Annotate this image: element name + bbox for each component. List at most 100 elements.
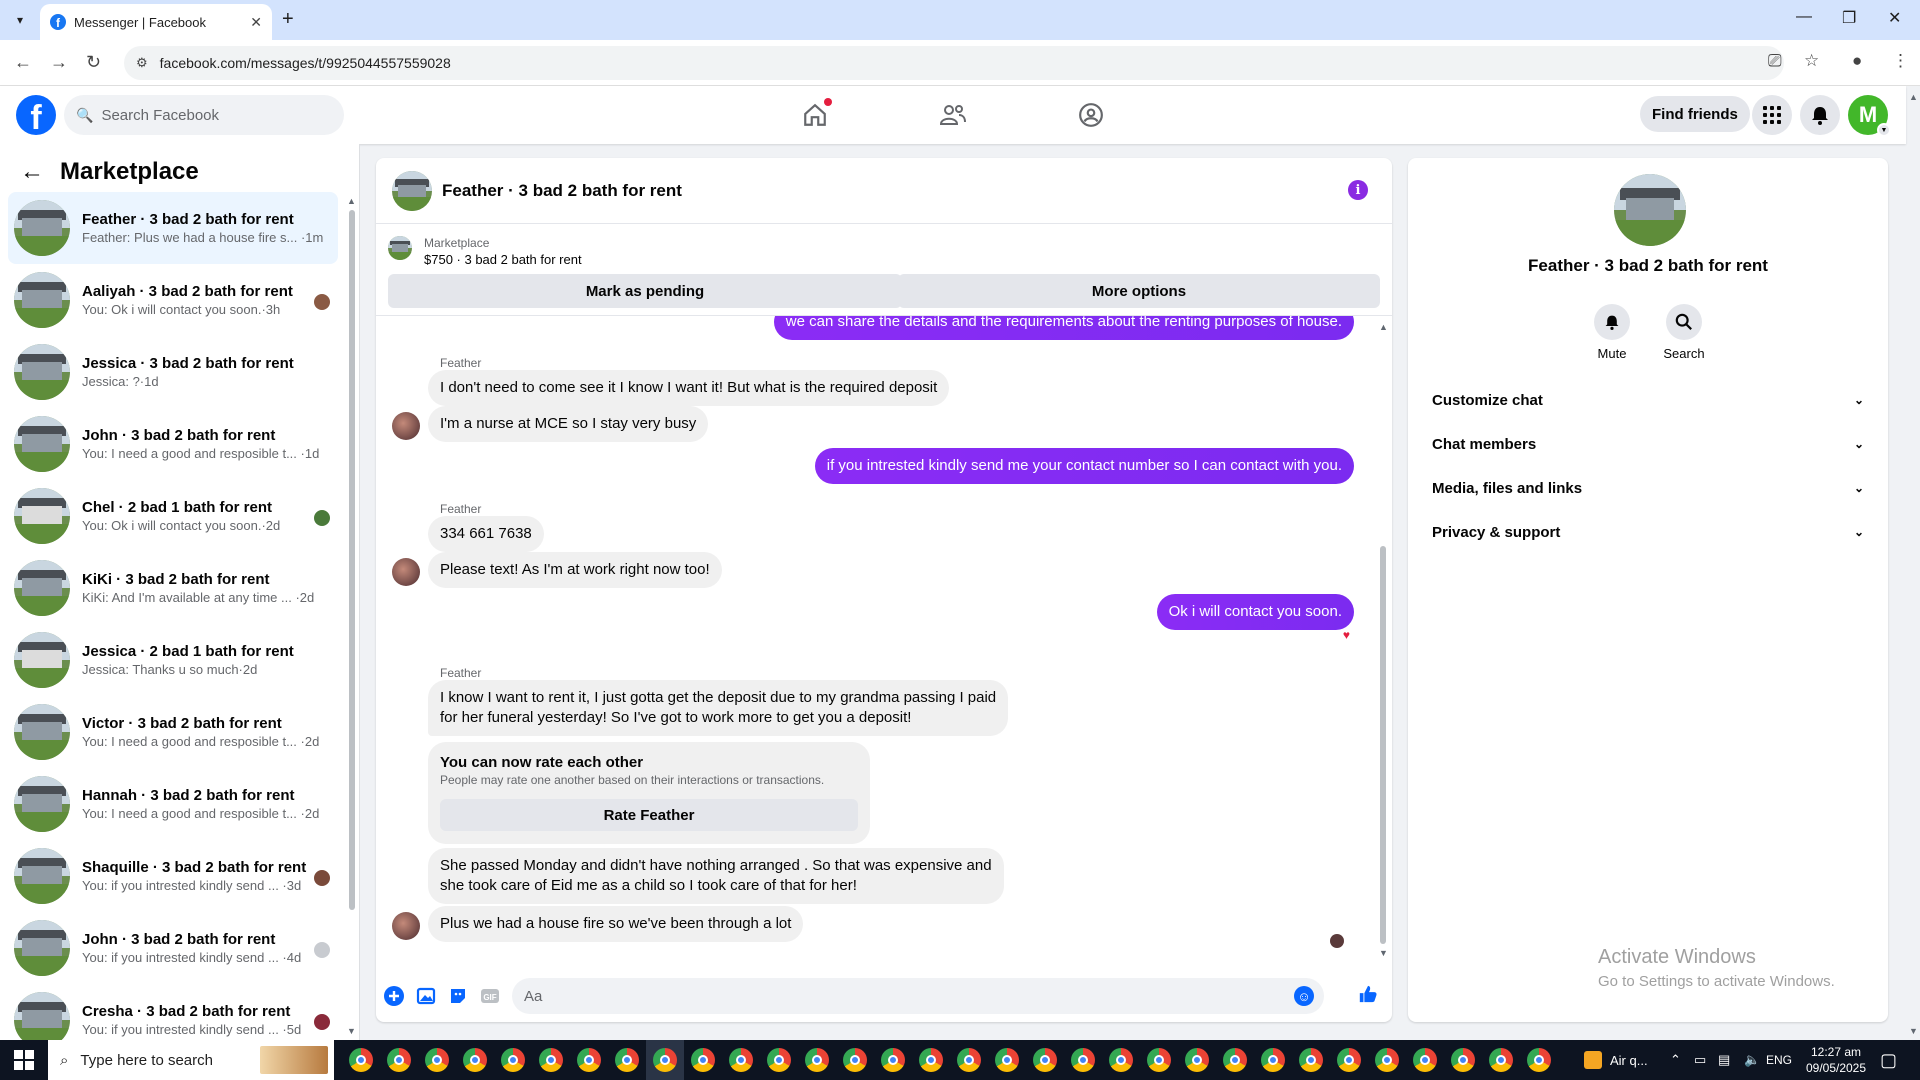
outgoing-message[interactable]: we can share the details and the require… xyxy=(773,316,1354,340)
taskbar-chrome-window[interactable] xyxy=(798,1040,836,1080)
restore-icon[interactable]: ❐ xyxy=(1842,8,1856,28)
minimize-icon[interactable]: — xyxy=(1796,8,1812,26)
heart-reaction-icon[interactable]: ♥ xyxy=(1343,628,1350,642)
taskbar-chrome-window[interactable] xyxy=(1444,1040,1482,1080)
notification-center-icon[interactable]: ▢ xyxy=(1880,1040,1897,1080)
chat-scrollbar[interactable] xyxy=(1380,546,1386,944)
taskbar-chrome-window[interactable] xyxy=(1064,1040,1102,1080)
taskbar-chrome-window[interactable] xyxy=(836,1040,874,1080)
listing-thumbnail[interactable] xyxy=(388,236,412,260)
sidebar-scroll-up-icon[interactable]: ▲ xyxy=(347,196,356,206)
profile-icon[interactable]: ● xyxy=(1852,51,1862,71)
language-indicator[interactable]: ENG xyxy=(1766,1040,1792,1080)
chat-avatar[interactable] xyxy=(392,170,432,211)
privacy-support-section[interactable]: Privacy & support ⌄ xyxy=(1424,514,1872,550)
groups-icon[interactable] xyxy=(1076,100,1106,130)
incoming-message[interactable]: I'm a nurse at MCE so I stay very busy xyxy=(428,406,709,442)
customize-chat-section[interactable]: Customize chat ⌄ xyxy=(1424,382,1872,418)
address-bar[interactable]: ⚙ facebook.com/messages/t/99250445575590… xyxy=(124,46,1784,80)
incoming-message[interactable]: Please text! As I'm at work right now to… xyxy=(428,552,722,588)
taskbar-chrome-window[interactable] xyxy=(1368,1040,1406,1080)
taskbar-chrome-window[interactable] xyxy=(1254,1040,1292,1080)
forward-icon[interactable]: → xyxy=(50,52,68,73)
chat-scroll-up-icon[interactable]: ▲ xyxy=(1379,322,1388,332)
menu-kebab-icon[interactable]: ⋮ xyxy=(1892,51,1909,71)
conversation-item[interactable]: John · 3 bad 2 bath for rent You: if you … xyxy=(8,912,338,984)
tray-chevron-icon[interactable]: ⌃ xyxy=(1670,1040,1681,1080)
conversation-item[interactable]: Victor · 3 bad 2 bath for rent You: I nee… xyxy=(8,696,338,768)
taskbar-chrome-window[interactable] xyxy=(950,1040,988,1080)
attach-photo-icon[interactable] xyxy=(416,986,436,1006)
plus-actions-icon[interactable] xyxy=(384,986,404,1006)
emoji-icon[interactable]: ☺ xyxy=(1294,986,1314,1006)
conversation-item[interactable]: Jessica · 3 bad 2 bath for rent Jessica: … xyxy=(8,336,338,408)
find-friends-button[interactable]: Find friends xyxy=(1640,96,1750,132)
menu-grid-icon[interactable] xyxy=(1752,95,1792,135)
page-scroll-up-icon[interactable]: ▲ xyxy=(1909,92,1918,102)
volume-icon[interactable]: 🔈 xyxy=(1744,1040,1760,1080)
back-icon[interactable]: ← xyxy=(14,52,32,73)
incoming-message[interactable]: She passed Monday and didn't have nothin… xyxy=(428,848,1004,904)
taskbar-chrome-window[interactable] xyxy=(1520,1040,1558,1080)
site-info-icon[interactable]: ⚙ xyxy=(136,55,148,71)
tab-close-icon[interactable]: ✕ xyxy=(250,14,262,31)
taskbar-chrome-window[interactable] xyxy=(532,1040,570,1080)
taskbar-chrome-window[interactable] xyxy=(1178,1040,1216,1080)
close-window-icon[interactable]: ✕ xyxy=(1888,8,1901,28)
message-input[interactable]: Aa ☺ xyxy=(512,978,1324,1014)
conversation-item[interactable]: Aaliyah · 3 bad 2 bath for rent You: Ok i… xyxy=(8,264,338,336)
conversation-item[interactable]: Cresha · 3 bad 2 bath for rent You: if yo… xyxy=(8,984,338,1040)
sidebar-scroll-down-icon[interactable]: ▼ xyxy=(347,1026,356,1036)
taskbar-chrome-window[interactable] xyxy=(570,1040,608,1080)
taskbar-chrome-window[interactable] xyxy=(1026,1040,1064,1080)
outgoing-message[interactable]: if you intrested kindly send me your con… xyxy=(814,448,1354,484)
incoming-message[interactable]: I know I want to rent it, I just gotta g… xyxy=(428,680,1009,736)
taskbar-chrome-window[interactable] xyxy=(1102,1040,1140,1080)
incoming-message[interactable]: I don't need to come see it I know I wan… xyxy=(428,370,950,406)
taskbar-chrome-window[interactable] xyxy=(874,1040,912,1080)
more-options-button[interactable]: More options xyxy=(898,274,1380,308)
conversation-info-icon[interactable]: i xyxy=(1348,180,1368,200)
mute-button[interactable]: Mute xyxy=(1582,304,1642,361)
taskbar-chrome-window[interactable] xyxy=(1406,1040,1444,1080)
sidebar-scrollbar[interactable] xyxy=(349,210,355,910)
network-icon[interactable]: ▤ xyxy=(1718,1040,1730,1080)
taskbar-chrome-window[interactable] xyxy=(912,1040,950,1080)
taskbar-chrome-window[interactable] xyxy=(1482,1040,1520,1080)
taskbar-chrome-window[interactable] xyxy=(684,1040,722,1080)
chat-members-section[interactable]: Chat members ⌄ xyxy=(1424,426,1872,462)
sender-avatar[interactable] xyxy=(392,558,420,586)
search-in-chat-button[interactable]: Search xyxy=(1654,304,1714,361)
outgoing-message[interactable]: Ok i will contact you soon. xyxy=(1156,594,1354,630)
friends-icon[interactable] xyxy=(938,100,968,130)
conversation-item[interactable]: Jessica · 2 bad 1 bath for rent Jessica: … xyxy=(8,624,338,696)
conversation-item[interactable]: John · 3 bad 2 bath for rent You: I need … xyxy=(8,408,338,480)
sender-avatar[interactable] xyxy=(392,412,420,440)
taskbar-chrome-window[interactable] xyxy=(1330,1040,1368,1080)
taskbar-chrome-window[interactable] xyxy=(380,1040,418,1080)
conversation-item[interactable]: Shaquille · 3 bad 2 bath for rent You: if… xyxy=(8,840,338,912)
chat-title[interactable]: Feather · 3 bad 2 bath for rent xyxy=(442,181,682,201)
media-files-links-section[interactable]: Media, files and links ⌄ xyxy=(1424,470,1872,506)
incoming-message[interactable]: 334 661 7638 xyxy=(428,516,544,552)
install-app-icon[interactable]: ⎚ xyxy=(1768,51,1782,71)
gif-icon[interactable]: GIF xyxy=(480,986,500,1006)
weather-widget[interactable]: Air q... xyxy=(1584,1040,1648,1080)
tab-search-chevron-icon[interactable]: ▾ xyxy=(8,8,32,32)
taskbar-chrome-window[interactable] xyxy=(1140,1040,1178,1080)
windows-start-icon[interactable] xyxy=(14,1050,34,1070)
listing-price[interactable]: $750 · 3 bad 2 bath for rent xyxy=(424,252,582,267)
chat-details-avatar[interactable] xyxy=(1614,174,1686,246)
account-avatar[interactable]: M ▼ xyxy=(1848,95,1891,137)
bookmark-star-icon[interactable]: ☆ xyxy=(1804,51,1819,71)
thumbs-up-icon[interactable] xyxy=(1358,984,1378,1004)
facebook-logo-icon[interactable]: f xyxy=(16,95,56,135)
taskbar-chrome-window[interactable] xyxy=(646,1040,684,1080)
sticker-icon[interactable] xyxy=(448,986,468,1006)
taskbar-search-input[interactable]: ⌕ Type here to search xyxy=(48,1040,334,1080)
taskbar-chrome-window[interactable] xyxy=(722,1040,760,1080)
rate-feather-button[interactable]: Rate Feather xyxy=(440,799,858,831)
new-tab-icon[interactable]: + xyxy=(282,8,294,31)
incoming-message[interactable]: Plus we had a house fire so we've been t… xyxy=(428,906,804,942)
taskbar-clock[interactable]: 12:27 am 09/05/2025 xyxy=(1796,1044,1876,1076)
